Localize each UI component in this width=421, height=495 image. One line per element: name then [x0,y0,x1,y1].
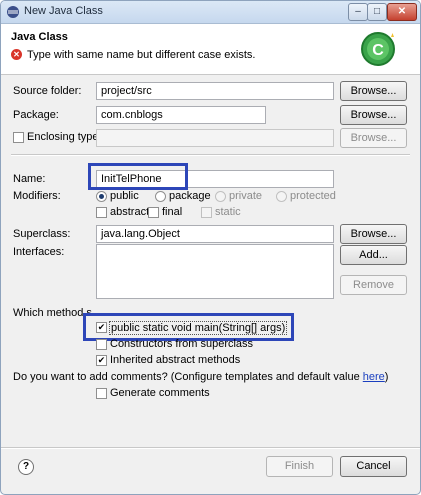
maximize-button[interactable]: □ [367,3,387,21]
name-highlight-box [88,163,188,190]
interfaces-label: Interfaces: [13,246,65,258]
inherited-methods-checkbox[interactable]: ✔ [96,355,107,366]
svg-text:C: C [372,42,384,59]
private-label: private [229,190,263,202]
package-label: Package: [13,109,59,121]
error-message: Type with same name but different case e… [27,49,256,61]
help-icon[interactable]: ? [18,459,34,475]
public-radio[interactable] [96,191,107,202]
enclosing-type-input[interactable] [96,129,334,147]
remove-interface-button[interactable]: Remove [340,275,407,295]
finish-button[interactable]: Finish [266,456,333,477]
comments-question-suffix: ) [384,371,389,383]
wizard-header: Java Class ✕ Type with same name but dif… [1,24,420,75]
package-input[interactable]: com.cnblogs [96,106,266,124]
source-folder-browse-button[interactable]: Browse... [340,81,407,101]
minimize-button[interactable]: – [348,3,368,21]
generate-comments-checkbox[interactable] [96,388,107,399]
separator [11,154,410,156]
enclosing-type-checkbox[interactable] [13,132,24,143]
method-stubs-question: Which method s [13,307,92,319]
package-radio[interactable] [155,191,166,202]
superclass-input[interactable]: java.lang.Object [96,225,334,243]
new-java-class-dialog: New Java Class – □ ✕ Java Class ✕ Type w… [0,0,421,495]
constructors-checkbox[interactable] [96,339,107,350]
source-folder-label: Source folder: [13,85,82,97]
configure-templates-link[interactable]: here [363,371,385,383]
generate-comments-label: Generate comments [110,387,210,399]
constructors-label: Constructors from superclass [110,338,254,350]
enclosing-type-browse-button[interactable]: Browse... [340,128,407,148]
main-method-checkbox[interactable]: ✔ [96,322,107,333]
private-radio[interactable] [215,191,226,202]
superclass-label: Superclass: [13,228,71,240]
enclosing-type-label: Enclosing type: [27,131,102,143]
package-browse-button[interactable]: Browse... [340,105,407,125]
name-label: Name: [13,173,46,185]
protected-radio[interactable] [276,191,287,202]
final-label: final [162,206,183,218]
main-method-label: public static void main(String[] args) [109,321,288,335]
public-label: public [110,190,139,202]
add-interface-button[interactable]: Add... [340,245,407,265]
abstract-label: abstract [110,206,150,218]
abstract-checkbox[interactable] [96,207,107,218]
inherited-methods-label: Inherited abstract methods [110,354,241,366]
title-bar[interactable]: New Java Class – □ ✕ [1,1,420,24]
superclass-browse-button[interactable]: Browse... [340,224,407,244]
page-title: Java Class [11,31,68,43]
comments-question: Do you want to add comments? (Configure … [13,371,388,383]
java-class-wizard-icon: C [361,32,395,66]
cancel-button[interactable]: Cancel [340,456,407,477]
static-checkbox[interactable] [201,207,212,218]
modifiers-label: Modifiers: [13,190,61,202]
final-checkbox[interactable] [148,207,159,218]
static-label: static [215,206,241,218]
interfaces-list[interactable] [96,244,334,299]
comments-question-text: Do you want to add comments? (Configure … [13,371,363,383]
error-icon: ✕ [11,49,22,60]
window-title: New Java Class [24,5,103,17]
eclipse-app-icon [7,6,19,18]
footer-separator [1,447,420,449]
package-modifier-label: package [169,190,211,202]
source-folder-input[interactable]: project/src [96,82,334,100]
close-button[interactable]: ✕ [387,3,417,21]
protected-label: protected [290,190,336,202]
